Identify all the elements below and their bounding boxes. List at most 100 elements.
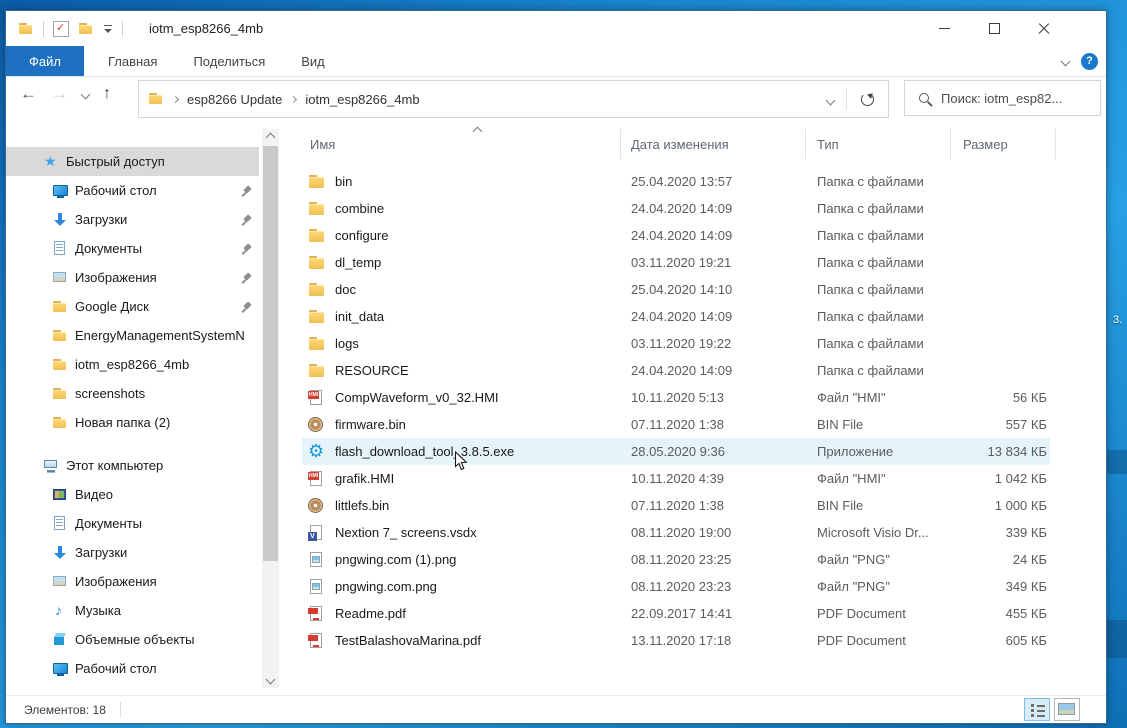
back-button[interactable]: ←	[20, 84, 37, 104]
sidebar-item[interactable]: Рабочий стол	[6, 654, 259, 683]
refresh-icon[interactable]	[861, 93, 874, 106]
sidebar-item[interactable]: screenshots	[6, 379, 259, 408]
sidebar-item-label: Этот компьютер	[66, 458, 259, 473]
separator	[120, 702, 121, 717]
separator	[846, 88, 847, 110]
qat-folder-icon[interactable]	[78, 21, 94, 37]
separator	[122, 21, 123, 37]
file-row[interactable]: logs 03.11.2020 19:22 Папка с файлами	[302, 330, 1050, 357]
file-row[interactable]: combine 24.04.2020 14:09 Папка с файлами	[302, 195, 1050, 222]
qat-check-doc-icon[interactable]	[53, 21, 69, 37]
file-row[interactable]: Readme.pdf 22.09.2017 14:41 PDF Document…	[302, 600, 1050, 627]
address-dropdown-icon[interactable]	[815, 92, 846, 107]
sidebar-item[interactable]: Этот компьютер	[6, 451, 259, 480]
title-bar[interactable]: iotm_esp8266_4mb	[6, 11, 1106, 46]
search-box[interactable]: Поиск: iotm_esp82...	[904, 80, 1101, 116]
address-folder-icon[interactable]	[148, 91, 164, 107]
folder-icon	[52, 386, 68, 402]
file-row[interactable]: grafik.HMI 10.11.2020 4:39 Файл "HMI" 1 …	[302, 465, 1050, 492]
ribbon-tab-bar: ФайлГлавнаяПоделитьсяВид	[6, 46, 1106, 77]
sidebar-item[interactable]: Загрузки	[6, 538, 259, 567]
column-header-type[interactable]: Тип	[806, 129, 951, 159]
recent-locations-icon[interactable]	[81, 89, 91, 99]
scroll-up-icon[interactable]	[262, 129, 279, 146]
png-icon	[308, 552, 326, 568]
close-button[interactable]	[1019, 11, 1069, 46]
sidebar-item[interactable]: EnergyManagementSystemN	[6, 321, 259, 350]
maximize-button[interactable]	[969, 11, 1019, 46]
file-row[interactable]: dl_temp 03.11.2020 19:21 Папка с файлами	[302, 249, 1050, 276]
file-type: Microsoft Visio Dr...	[817, 525, 951, 540]
help-icon[interactable]: ?	[1081, 53, 1098, 70]
file-row[interactable]: littlefs.bin 07.11.2020 1:38 BIN File 1 …	[302, 492, 1050, 519]
pin-icon	[241, 301, 253, 313]
sidebar-scrollbar[interactable]	[262, 129, 279, 688]
file-row[interactable]: flash_download_tool_3.8.5.exe 28.05.2020…	[302, 438, 1050, 465]
file-date: 25.04.2020 14:10	[631, 282, 817, 297]
sidebar-item[interactable]: Загрузки	[6, 205, 259, 234]
sidebar-item[interactable]: Документы	[6, 234, 259, 263]
address-bar[interactable]: esp8266 Update iotm_esp8266_4mb	[138, 80, 889, 118]
exe-icon	[308, 444, 326, 460]
column-header-name[interactable]: Имя	[302, 129, 621, 159]
file-row[interactable]: TestBalashovaMarina.pdf 13.11.2020 17:18…	[302, 627, 1050, 654]
window-folder-icon	[18, 21, 34, 37]
file-row[interactable]: Nextion 7_ screens.vsdx 08.11.2020 19:00…	[302, 519, 1050, 546]
ribbon-tab[interactable]: Поделиться	[175, 46, 283, 76]
sidebar-item[interactable]: Новая папка (2)	[6, 408, 259, 437]
qat-customize-dropdown-icon[interactable]	[103, 23, 113, 35]
sidebar-item[interactable]: Изображения	[6, 263, 259, 292]
file-row[interactable]: bin 25.04.2020 13:57 Папка с файлами	[302, 168, 1050, 195]
downloads-icon	[52, 545, 68, 561]
ribbon-tab[interactable]: Главная	[90, 46, 175, 76]
breadcrumb-item[interactable]: esp8266 Update	[173, 92, 282, 107]
column-header-date[interactable]: Дата изменения	[621, 129, 806, 159]
file-date: 22.09.2017 14:41	[631, 606, 817, 621]
video-icon	[52, 487, 68, 503]
scroll-down-icon[interactable]	[262, 671, 279, 688]
hmi-icon	[308, 390, 326, 406]
sidebar-item[interactable]: Изображения	[6, 567, 259, 596]
ribbon-tab[interactable]: Вид	[283, 46, 343, 76]
ribbon-tab[interactable]: Файл	[6, 46, 84, 76]
sidebar-item[interactable]: Быстрый доступ	[6, 147, 259, 176]
hmi-icon	[308, 471, 326, 487]
file-row[interactable]: pngwing.com.png 08.11.2020 23:23 Файл "P…	[302, 573, 1050, 600]
sidebar-item-label: Видео	[75, 487, 259, 502]
sidebar-item[interactable]: Рабочий стол	[6, 176, 259, 205]
column-header-size[interactable]: Размер	[951, 129, 1056, 159]
up-button[interactable]: ↑	[103, 84, 111, 104]
sidebar-item[interactable]: Музыка	[6, 596, 259, 625]
file-type: Папка с файлами	[817, 336, 951, 351]
sidebar-item[interactable]: Документы	[6, 509, 259, 538]
file-name: TestBalashovaMarina.pdf	[335, 633, 481, 648]
file-row[interactable]: doc 25.04.2020 14:10 Папка с файлами	[302, 276, 1050, 303]
file-row[interactable]: pngwing.com (1).png 08.11.2020 23:25 Фай…	[302, 546, 1050, 573]
folder-icon	[52, 299, 68, 315]
file-name: logs	[335, 336, 359, 351]
details-view-button[interactable]	[1024, 698, 1050, 721]
scrollbar-thumb[interactable]	[263, 146, 278, 561]
file-row[interactable]: RESOURCE 24.04.2020 14:09 Папка с файлам…	[302, 357, 1050, 384]
large-icons-view-button[interactable]	[1054, 698, 1080, 721]
minimize-button[interactable]	[919, 11, 969, 46]
sidebar-item[interactable]: Объемные объекты	[6, 625, 259, 654]
ribbon-collapse-icon[interactable]	[1061, 56, 1071, 66]
forward-button[interactable]: →	[51, 84, 68, 104]
file-row[interactable]: CompWaveform_v0_32.HMI 10.11.2020 5:13 Ф…	[302, 384, 1050, 411]
file-type: Папка с файлами	[817, 201, 951, 216]
file-size: 13 834 КБ	[951, 444, 1050, 459]
png-icon	[308, 579, 326, 595]
file-row[interactable]: init_data 24.04.2020 14:09 Папка с файла…	[302, 303, 1050, 330]
file-date: 08.11.2020 23:23	[631, 579, 817, 594]
file-type: PDF Document	[817, 606, 951, 621]
sidebar-item[interactable]: Google Диск	[6, 292, 259, 321]
folder-icon	[308, 363, 326, 379]
file-row[interactable]: configure 24.04.2020 14:09 Папка с файла…	[302, 222, 1050, 249]
sidebar-item[interactable]: iotm_esp8266_4mb	[6, 350, 259, 379]
sort-ascending-icon[interactable]	[474, 123, 481, 138]
file-row[interactable]: firmware.bin 07.11.2020 1:38 BIN File 55…	[302, 411, 1050, 438]
folder-icon	[308, 336, 326, 352]
sidebar-item[interactable]: Видео	[6, 480, 259, 509]
breadcrumb-item[interactable]: iotm_esp8266_4mb	[291, 92, 419, 107]
